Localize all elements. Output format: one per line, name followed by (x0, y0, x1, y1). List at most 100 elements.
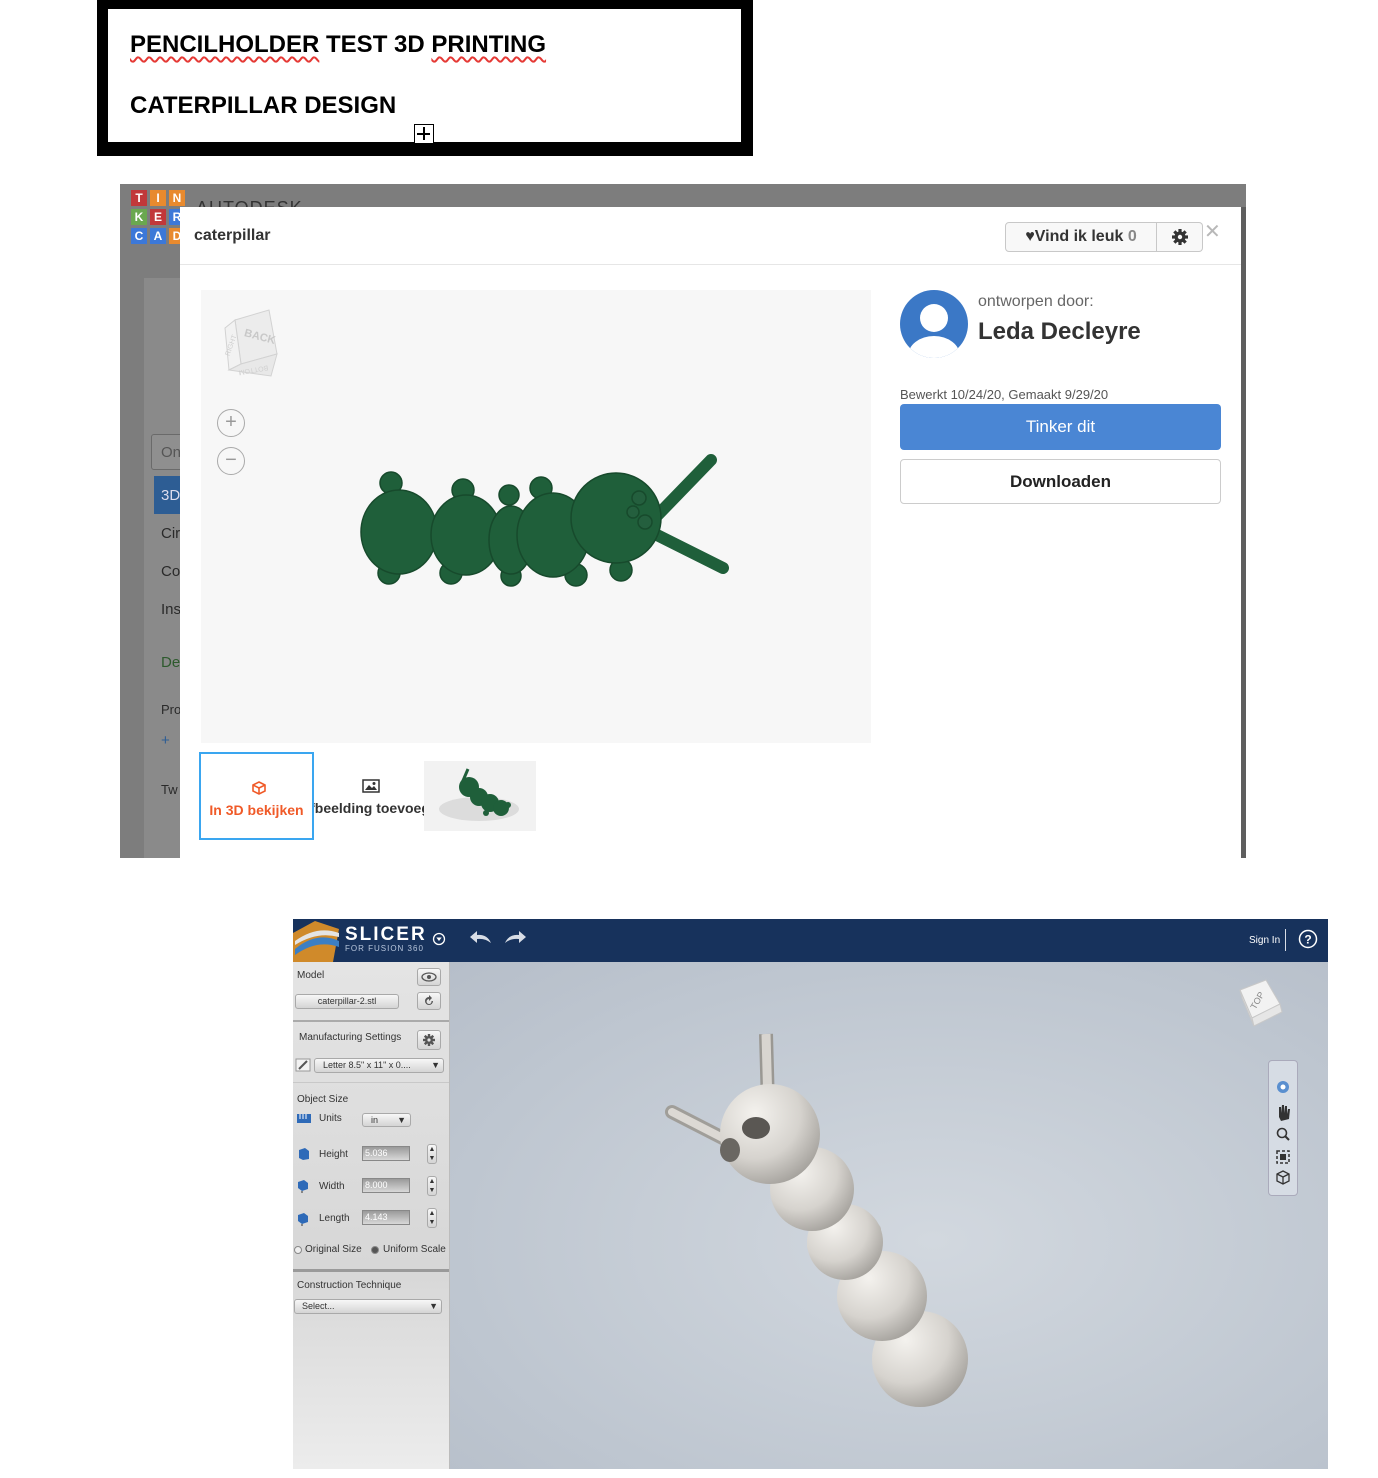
units-label: Units (319, 1113, 342, 1124)
tinker-this-button[interactable]: Tinker dit (900, 404, 1221, 450)
heart-icon: ♥ (1025, 228, 1035, 245)
model-file-button[interactable]: caterpillar-2.stl (295, 994, 399, 1009)
sidebar-fragment: + (161, 732, 170, 749)
gear-icon (1172, 229, 1188, 245)
undo-icon[interactable] (469, 929, 493, 947)
height-input[interactable]: 5.036 (362, 1146, 410, 1161)
render-thumbnail[interactable] (424, 761, 536, 831)
printer-select-value: Letter 8.5" x 11" x 0.... (323, 1060, 411, 1070)
close-icon[interactable]: ✕ (1204, 219, 1221, 244)
edit-dates: Bewerkt 10/24/20, Gemaakt 9/29/20 (900, 387, 1109, 402)
help-icon[interactable]: ? (1298, 929, 1318, 949)
3d-viewer[interactable]: BACK RIGHT BOTTOM + − (201, 290, 871, 743)
sidebar-fragment: Tw (161, 782, 178, 797)
redo-icon[interactable] (503, 929, 527, 947)
sidebar-fragment: 3D (161, 487, 181, 504)
manufacturing-settings-label: Manufacturing Settings (299, 1032, 402, 1043)
panel-divider (293, 1269, 449, 1272)
width-icon (298, 1180, 308, 1193)
dropdown-circle-icon[interactable] (432, 932, 446, 946)
user-avatar-icon (908, 304, 960, 358)
object-size-label: Object Size (297, 1094, 349, 1105)
width-input[interactable]: 8.000 (362, 1178, 410, 1193)
like-label: Vind ik leuk (1034, 228, 1128, 245)
title-line-2: CATERPILLAR DESIGN (130, 92, 397, 119)
slicer-title: SLICER (345, 924, 427, 945)
modal-title: caterpillar (194, 227, 271, 244)
length-stepper[interactable]: ▲ ▼ (427, 1208, 437, 1228)
move-handle-icon[interactable] (414, 124, 434, 144)
title-word-pencilholder: PENCILHOLDER (130, 31, 320, 58)
sidebar-fragment: Co (161, 563, 181, 580)
height-icon (299, 1148, 309, 1160)
logo-letter: E (150, 209, 166, 225)
printer-select[interactable]: Letter 8.5" x 11" x 0.... ▼ (314, 1058, 444, 1073)
view-in-3d-thumbnail[interactable]: In 3D bekijken (199, 752, 314, 840)
caterpillar-thumbnail-image (439, 768, 519, 821)
construction-technique-select[interactable]: Select... ▼ (294, 1299, 442, 1314)
zoom-out-button[interactable]: − (217, 447, 245, 475)
panel-divider (293, 1082, 449, 1083)
units-select-value: in (371, 1115, 379, 1125)
caterpillar-model[interactable] (351, 440, 741, 600)
original-size-radio[interactable] (294, 1246, 302, 1254)
image-icon (362, 779, 380, 793)
logo-letter: T (131, 190, 147, 206)
add-image-label: Afbeelding toevoegen (314, 800, 426, 816)
sidebar-fragment: On (161, 444, 182, 461)
logo-letter: C (131, 228, 147, 244)
logo-letter: N (169, 190, 185, 206)
manufacturing-settings-button[interactable] (417, 1030, 441, 1050)
like-count: 0 (1127, 228, 1137, 245)
modal-header: caterpillar ♥Vind ik leuk 0 ✕ (180, 207, 1241, 265)
settings-panel: Model caterpillar-2.stl Manufacturing Se… (293, 962, 450, 1469)
construction-technique-label: Construction Technique (297, 1280, 402, 1291)
sidebar-fragment: Ins (161, 601, 182, 618)
designer-name[interactable]: Leda Decleyre (978, 318, 1141, 346)
designed-by-label: ontworpen door: (978, 293, 1094, 310)
uniform-scale-radio[interactable] (371, 1246, 379, 1254)
tinkercad-logo: T I N K E R C A D (128, 188, 188, 244)
logo-letter: K (131, 209, 147, 225)
settings-button[interactable] (1157, 222, 1203, 252)
zoom-in-button[interactable]: + (217, 409, 245, 437)
viewcube-icon[interactable]: BACK RIGHT BOTTOM (221, 302, 301, 382)
title-line-1: PENCILHOLDER TEST 3D PRINTING (130, 31, 546, 59)
pencil-icon[interactable] (295, 1058, 311, 1072)
original-size-label: Original Size (305, 1244, 362, 1255)
design-modal: caterpillar ♥Vind ik leuk 0 ✕ BACK RIGHT… (180, 207, 1241, 907)
refresh-icon (425, 995, 433, 1005)
dropdown-arrow-icon: ▼ (429, 1301, 438, 1311)
sidebar-fragment: Pro (161, 702, 182, 717)
viewcube-icon[interactable]: TOP (1230, 974, 1290, 1030)
avatar (900, 290, 968, 358)
like-button[interactable]: ♥Vind ik leuk 0 (1005, 222, 1157, 252)
svg-text:?: ? (1304, 933, 1311, 947)
logo-letter: I (150, 190, 166, 206)
slicer-logo-icon (293, 921, 339, 962)
sign-in-link[interactable]: Sign In (1249, 935, 1280, 946)
visibility-button[interactable] (417, 968, 441, 986)
units-select[interactable]: in ▼ (362, 1113, 411, 1127)
slicer-subtitle: FOR FUSION 360 (345, 944, 424, 953)
uniform-scale-label: Uniform Scale (383, 1244, 446, 1255)
length-input[interactable]: 4.143 (362, 1210, 410, 1225)
model-label: Model (297, 970, 325, 981)
background-edge (1241, 207, 1246, 858)
dropdown-arrow-icon: ▼ (397, 1115, 406, 1125)
height-label: Height (319, 1149, 348, 1160)
download-button[interactable]: Downloaden (900, 459, 1221, 504)
cube-icon (252, 781, 266, 795)
caterpillar-model[interactable] (660, 1024, 1000, 1424)
build-viewport[interactable]: TOP (450, 962, 1328, 1469)
gear-icon (423, 1034, 435, 1046)
slicer-toolbar: SLICER FOR FUSION 360 Sign In ? (293, 919, 1328, 962)
toolbar-divider (1285, 929, 1286, 951)
dropdown-arrow-icon: ▼ (431, 1060, 440, 1070)
title-text-frame[interactable]: PENCILHOLDER TEST 3D PRINTING CATERPILLA… (108, 9, 741, 142)
height-stepper[interactable]: ▲ ▼ (427, 1144, 437, 1164)
reload-button[interactable] (417, 992, 441, 1010)
add-image-thumbnail[interactable]: Afbeelding toevoegen (314, 752, 426, 840)
panel-divider (293, 1020, 449, 1022)
width-stepper[interactable]: ▲ ▼ (427, 1176, 437, 1196)
